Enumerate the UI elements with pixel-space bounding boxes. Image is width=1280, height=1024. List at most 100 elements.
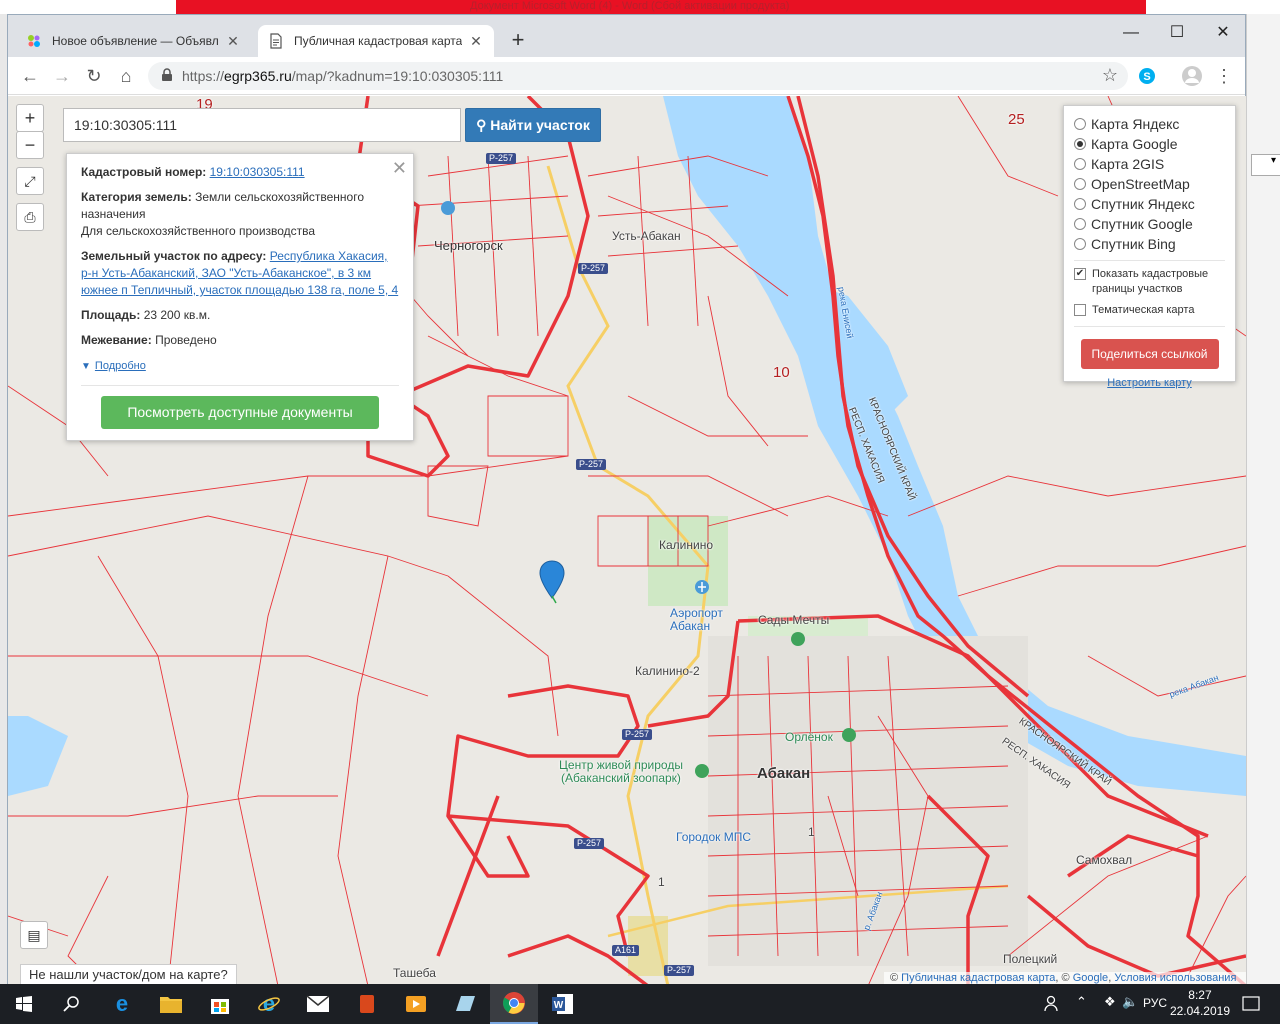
layer-option-osm[interactable]: OpenStreetMap [1074, 174, 1225, 194]
background-word-titlebar: Документ Microsoft Word (4) - Word (Сбой… [0, 0, 1280, 14]
notification-icon[interactable] [1242, 995, 1260, 1013]
map-viewport[interactable]: 19 25 10 1 1 Черногорск Усть-Абакан Кали… [8, 96, 1246, 986]
attribution-link[interactable]: Публичная кадастровая карта [901, 972, 1055, 984]
poi-marker-icon[interactable] [440, 200, 456, 216]
thematic-map-checkbox[interactable]: Тематическая карта [1074, 303, 1225, 318]
new-tab-button[interactable]: + [506, 29, 530, 53]
start-button[interactable] [0, 984, 48, 1024]
cadastral-search-input[interactable] [63, 108, 461, 142]
skype-icon[interactable]: S [1138, 67, 1156, 85]
close-icon[interactable]: ✕ [468, 33, 484, 50]
map-number-label: 25 [1008, 111, 1025, 128]
details-toggle[interactable]: ▼ Подробно [81, 357, 399, 375]
checkbox-icon [1074, 304, 1086, 316]
close-icon[interactable]: ✕ [225, 33, 241, 50]
volume-icon[interactable]: 🔈 [1122, 994, 1138, 1010]
city-label-abakan: Абакан [757, 765, 811, 782]
road-shield-r257: Р-257 [578, 263, 609, 274]
avito-icon [28, 35, 40, 47]
chrome-app[interactable] [490, 984, 538, 1024]
road-shield-r257: Р-257 [576, 459, 607, 470]
city-label-chernogorsk: Черногорск [434, 238, 503, 253]
print-icon[interactable]: ⎙ [16, 203, 44, 231]
share-link-button[interactable]: Поделиться ссылкой [1080, 339, 1219, 369]
explorer-app[interactable] [147, 984, 195, 1024]
close-icon[interactable]: ✕ [392, 158, 407, 179]
map-number-label: 1 [658, 875, 665, 889]
road-shield-r257: Р-257 [622, 729, 653, 740]
poi-label-gorodok: Городок МПС [676, 830, 751, 844]
tab-new-ad[interactable]: Новое объявление — Объявления ✕ [16, 25, 251, 57]
filmstrip-icon[interactable]: ▤ [20, 921, 48, 949]
edge-app[interactable]: e [98, 984, 146, 1024]
video-app[interactable] [392, 984, 440, 1024]
divider [1074, 260, 1225, 261]
edge-icon: e [116, 992, 128, 1016]
app-red[interactable] [343, 984, 391, 1024]
view-documents-button[interactable]: Посмотреть доступные документы [101, 396, 379, 429]
cadastral-number-link[interactable]: 19:10:030305:111 [210, 165, 305, 179]
radio-icon [1074, 178, 1086, 190]
svg-text:W: W [554, 1000, 564, 1011]
system-clock[interactable]: 8:27 22.04.2019 [1170, 987, 1230, 1019]
reload-button[interactable]: ↻ [82, 64, 106, 88]
address-row: Земельный участок по адресу: Республика … [81, 249, 399, 297]
poi-marker-icon[interactable] [841, 727, 857, 743]
attribution-link[interactable]: Условия использования [1114, 972, 1236, 984]
search-icon: ⚲ [476, 117, 491, 133]
menu-kebab-icon[interactable]: ⋮ [1212, 64, 1236, 88]
people-icon[interactable] [1044, 995, 1062, 1013]
not-found-button[interactable]: Не нашли участок/дом на карте? [20, 964, 237, 986]
close-window-button[interactable]: ✕ [1200, 19, 1246, 47]
park-marker-icon[interactable] [790, 631, 806, 647]
location-pin-icon[interactable] [539, 560, 565, 604]
word-app[interactable]: W [539, 984, 587, 1024]
ie-app[interactable]: e [245, 984, 293, 1024]
survey-row: Межевание: Проведено [81, 333, 217, 347]
address-bar[interactable]: https://egrp365.ru/map/?kadnum=19:10:030… [148, 62, 1128, 90]
dropbox-icon[interactable]: ❖ [1104, 994, 1116, 1010]
cadastral-number-row: Кадастровый номер: 19:10:030305:111 [81, 165, 305, 179]
word-title: Документ Microsoft Word (4) - Word (Сбой… [470, 0, 790, 12]
park-area [648, 516, 728, 606]
layer-option-sat-google[interactable]: Спутник Google [1074, 214, 1225, 234]
internet-explorer-icon: e [258, 992, 280, 1016]
area-row: Площадь: 23 200 кв.м. [81, 308, 211, 322]
layer-option-sat-bing[interactable]: Спутник Bing [1074, 234, 1225, 254]
app-pen[interactable] [441, 984, 489, 1024]
input-language[interactable]: РУС [1143, 996, 1167, 1010]
home-button[interactable]: ⌂ [114, 64, 138, 88]
back-button[interactable]: ← [18, 64, 42, 88]
fullscreen-icon[interactable]: ⤢ [16, 167, 44, 195]
layer-option-sat-yandex[interactable]: Спутник Яндекс [1074, 194, 1225, 214]
zoo-marker-icon[interactable] [694, 763, 710, 779]
town-label-kalinino2: Калинино-2 [635, 664, 700, 678]
store-app[interactable] [196, 984, 244, 1024]
bookmark-star-icon[interactable]: ☆ [1102, 65, 1118, 86]
svg-text:S: S [1143, 71, 1150, 83]
airport-marker-icon[interactable] [694, 579, 710, 595]
tray-chevron-icon[interactable]: ⌃ [1076, 994, 1087, 1010]
mail-app[interactable] [294, 984, 342, 1024]
show-boundaries-checkbox[interactable]: ✔ Показать кадастровые границы участков [1074, 267, 1225, 297]
minimize-button[interactable]: — [1108, 19, 1154, 47]
divider [1074, 326, 1225, 327]
radio-icon [1074, 158, 1086, 170]
word-dropdown: ▾ [1251, 154, 1280, 176]
configure-map-link[interactable]: Настроить карту [1074, 377, 1225, 389]
lake [8, 716, 68, 796]
search-button[interactable] [48, 984, 96, 1024]
attribution-link[interactable]: Google [1073, 972, 1108, 984]
radio-icon [1074, 218, 1086, 230]
forward-button[interactable]: → [50, 64, 74, 88]
profile-avatar-icon[interactable] [1181, 65, 1203, 87]
maximize-button[interactable]: ☐ [1154, 19, 1200, 47]
layer-option-yandex[interactable]: Карта Яндекс [1074, 114, 1225, 134]
layer-option-google[interactable]: Карта Google [1074, 134, 1225, 154]
tab-cadastral-map[interactable]: Публичная кадастровая карта - ЕГРП365 ✕ [258, 25, 494, 57]
town-label-kalinino: Калинино [659, 538, 713, 552]
zoom-in-button[interactable]: + [16, 104, 44, 132]
find-parcel-button[interactable]: ⚲ Найти участок [465, 108, 601, 142]
layer-option-2gis[interactable]: Карта 2GIS [1074, 154, 1225, 174]
zoom-out-button[interactable]: − [16, 131, 44, 159]
